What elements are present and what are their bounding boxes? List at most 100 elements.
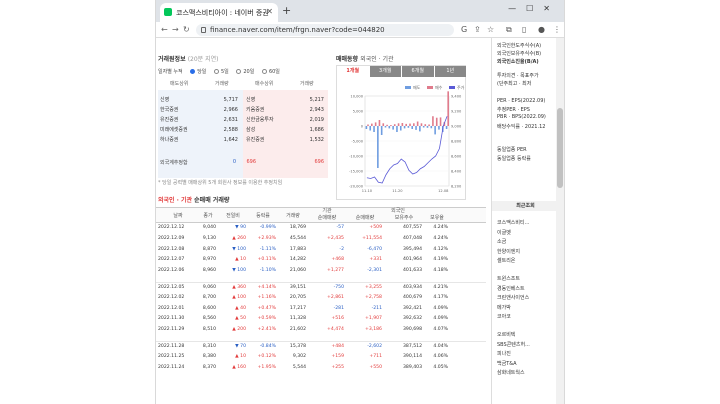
buy-volume: 2,943 [309,107,324,113]
url-field[interactable]: finance.naver.com/item/frgn.naver?code=0… [196,24,454,36]
row-frgn-hold: 403,934 [403,284,422,290]
row-frgn-net: -211 [371,305,382,311]
flow-row: 2022.12.09 9,130 ▲ 260 +2.93% 45,544 +2,… [156,234,486,245]
flow-row: 2022.12.06 8,960 ▼ 100 -1.10% 21,060 +1,… [156,266,486,277]
sidepanel-icon[interactable]: ▯ [522,25,526,34]
row-change: 360 [237,284,246,290]
row-frgn-hold: 401,633 [403,268,422,274]
recent-stock-link[interactable]: 메가박 [497,304,558,311]
recent-view-header: 최근조회 [492,201,558,211]
row-inst-net: -281 [333,305,344,311]
trade-row: 유진증권 2,631 신한금융투자 2,019 [158,115,328,125]
tab-1year[interactable]: 1년 [434,66,467,77]
up-arrow-icon: ▲ [232,235,236,241]
recent-stock-link[interactable]: 한양이엔지 [497,248,558,255]
legend-label: 주가 [457,84,465,90]
tab-1month[interactable]: 1개월 [337,66,370,77]
row-change: 40 [240,305,246,311]
y-tick-label: -20,000 [349,185,364,189]
recent-stock-link[interactable]: 소금 [497,238,558,245]
row-date: 2022.12.12 [158,225,185,230]
buy-volume: 2,019 [309,117,324,123]
row-inst-net: +4,474 [326,327,344,333]
row-change: 10 [240,257,246,263]
radio-20days[interactable] [236,69,242,74]
radio-60days[interactable] [261,69,267,74]
sell-bar [373,126,375,132]
row-frgn-net: +509 [369,225,382,230]
recent-stock-link[interactable]: SBS콘텐츠허... [497,341,558,348]
tab-3month[interactable]: 3개월 [369,66,402,77]
buy-bar [382,123,385,126]
recent-stock-link[interactable]: 셀트리온 [497,257,558,264]
radio-today[interactable] [190,69,196,74]
share-icon[interactable]: ⇪ [474,25,481,34]
row-frgn-rate: 4.07% [433,327,448,333]
buy-bar [378,120,381,126]
browser-window: 코스맥스비티아이 : 네이버 증권 ✕ + —☐✕ ← → ↻ finance.… [155,0,565,404]
recent-stock-link[interactable]: 트윈스조트 [497,275,558,282]
recent-stock-link[interactable]: 삼화네트웍스 [497,369,558,376]
radio-5days[interactable] [213,69,219,74]
y2-tick-label: 8,800 [451,140,462,144]
menu-icon[interactable]: ⋮ [553,25,561,34]
scrollbar[interactable] [556,38,564,404]
scrollbar-thumb[interactable] [557,108,563,188]
trade-row: 미래에셋증권 2,588 삼성 1,686 [158,125,328,135]
sell-bar [407,126,410,128]
flow-row: 2022.12.12 9,040 ▼ 90 -0.99% 18,769 -57 … [156,223,486,234]
recent-stock-link[interactable]: 코아코 [497,313,558,320]
sidebar-info-item: 외국인보유주식수(B) [497,51,542,57]
down-arrow-icon: ▼ [232,246,236,252]
recent-stock-link[interactable]: 오르비텍 [497,331,558,338]
buy-bar [367,124,369,126]
row-rate: -0.84% [259,343,276,349]
row-frgn-rate: 4.24% [433,225,448,230]
buy-bar [420,123,423,126]
new-tab-icon[interactable]: + [282,4,291,17]
row-frgn-hold: 401,964 [403,257,422,263]
recent-stock-link[interactable]: 피나진 [497,350,558,357]
sell-bar [388,126,391,129]
row-inst-net: -750 [333,284,344,290]
row-close: 9,060 [202,284,216,290]
row-volume: 21,060 [289,268,306,274]
row-volume: 20,705 [289,294,306,300]
bookmark-star-icon[interactable]: ☆ [487,25,494,34]
row-rate: +0.12% [257,353,276,359]
forward-icon[interactable]: → [172,25,179,34]
row-date: 2022.11.29 [158,327,185,333]
lock-icon [201,27,206,33]
recent-stock-link[interactable]: 백금T&A [497,360,558,367]
row-frgn-net: -2,301 [367,268,382,274]
window-controls[interactable]: —☐✕ [508,4,560,13]
trade-row: 하나증권 1,642 유진증권 1,532 [158,135,328,145]
row-volume: 15,378 [289,343,306,349]
recent-stock-link[interactable]: 크린앤사이언스 [497,294,558,301]
google-icon[interactable]: G [461,25,467,34]
recent-stock-link[interactable]: 경동인베스트 [497,285,558,292]
recent-stock-link[interactable]: 이글벳 [497,229,558,236]
recent-stock-link[interactable]: 코스맥스비티... [497,219,558,226]
browser-tab[interactable]: 코스맥스비티아이 : 네이버 증권 ✕ [160,3,278,22]
extensions-icon[interactable]: ⧉ [506,25,512,35]
buyer-name: 삼성 [246,127,256,133]
row-frgn-hold: 407,048 [403,235,422,241]
sell-volume: 2,966 [223,107,238,113]
tab-bar: 코스맥스비티아이 : 네이버 증권 ✕ + —☐✕ [156,0,564,22]
seller-name: 하나증권 [160,137,179,143]
row-frgn-hold: 400,679 [403,294,422,300]
reload-icon[interactable]: ↻ [183,25,190,34]
row-inst-net: +2,435 [326,235,344,241]
row-rate: +1.16% [257,294,276,300]
row-inst-net: -57 [336,225,344,230]
back-icon[interactable]: ← [161,25,168,34]
right-sidebar: 최근조회 외국인한도주식수(A) 외국인보유주식수(B) 외국인소진율(B/A) 투자… [491,38,558,404]
tab-6month[interactable]: 6개월 [402,66,435,77]
close-tab-icon[interactable]: ✕ [266,7,273,16]
row-date: 2022.11.25 [158,353,185,359]
sell-bar [380,126,383,135]
buyer-name: 키움증권 [246,107,265,113]
buy-bar [424,124,427,126]
profile-icon[interactable]: ● [538,25,545,34]
